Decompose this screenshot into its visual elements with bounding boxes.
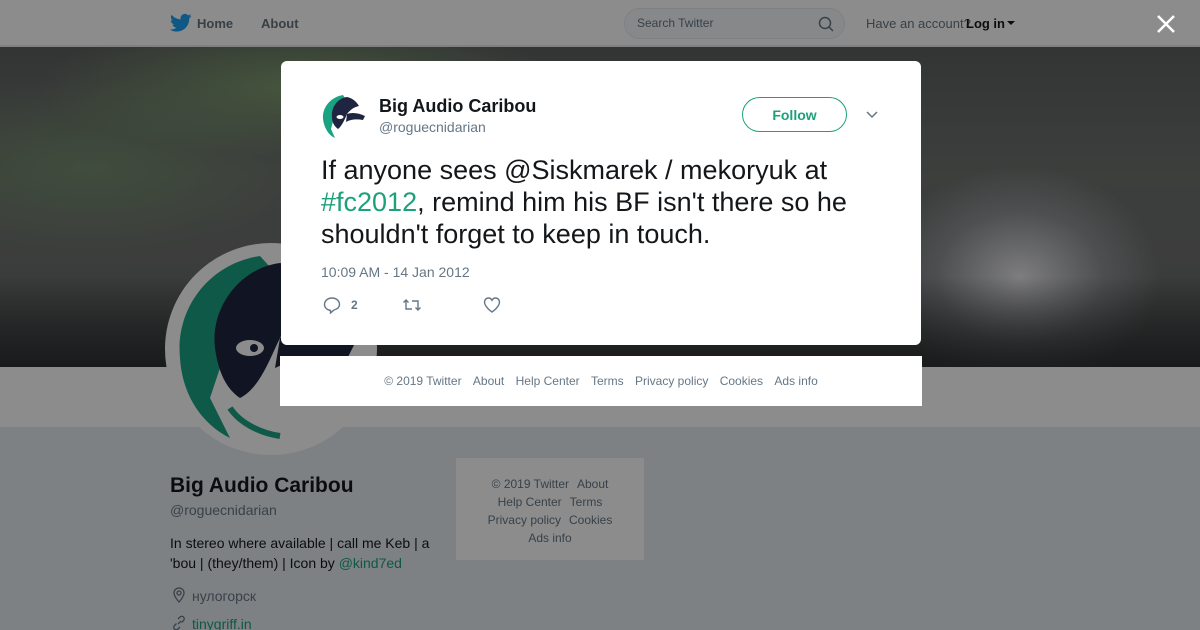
tweet-avatar-artwork	[321, 93, 369, 141]
like-icon[interactable]	[483, 296, 501, 314]
modal-footer-terms[interactable]: Terms	[591, 374, 624, 388]
tweet-text: If anyone sees @Siskmarek / mekoryuk at …	[321, 154, 891, 250]
modal-footer-about[interactable]: About	[473, 374, 504, 388]
follow-button[interactable]: Follow	[742, 97, 847, 132]
modal-footer-privacy[interactable]: Privacy policy	[635, 374, 708, 388]
tweet-text-start: If anyone sees @Siskmarek / mekoryuk at	[321, 155, 828, 185]
reply-count: 2	[351, 298, 358, 312]
retweet-icon[interactable]	[402, 296, 422, 314]
modal-footer-ads[interactable]: Ads info	[774, 374, 817, 388]
reply-icon[interactable]	[323, 296, 341, 314]
tweet-timestamp[interactable]: 10:09 AM - 14 Jan 2012	[321, 264, 470, 280]
tweet-hashtag-link[interactable]: #fc2012	[321, 187, 417, 217]
modal-footer-copyright: © 2019 Twitter	[384, 374, 462, 388]
modal-footer: © 2019 Twitter About Help Center Terms P…	[280, 356, 922, 406]
tweet-modal: Big Audio Caribou @roguecnidarian Follow…	[281, 61, 921, 345]
tweet-author-name[interactable]: Big Audio Caribou	[379, 96, 536, 117]
tweet-author-avatar[interactable]	[321, 93, 369, 141]
modal-footer-help[interactable]: Help Center	[516, 374, 580, 388]
tweet-author-handle[interactable]: @roguecnidarian	[379, 119, 486, 135]
close-icon[interactable]	[1155, 13, 1177, 35]
chevron-down-icon[interactable]	[865, 108, 879, 122]
modal-footer-cookies[interactable]: Cookies	[720, 374, 763, 388]
